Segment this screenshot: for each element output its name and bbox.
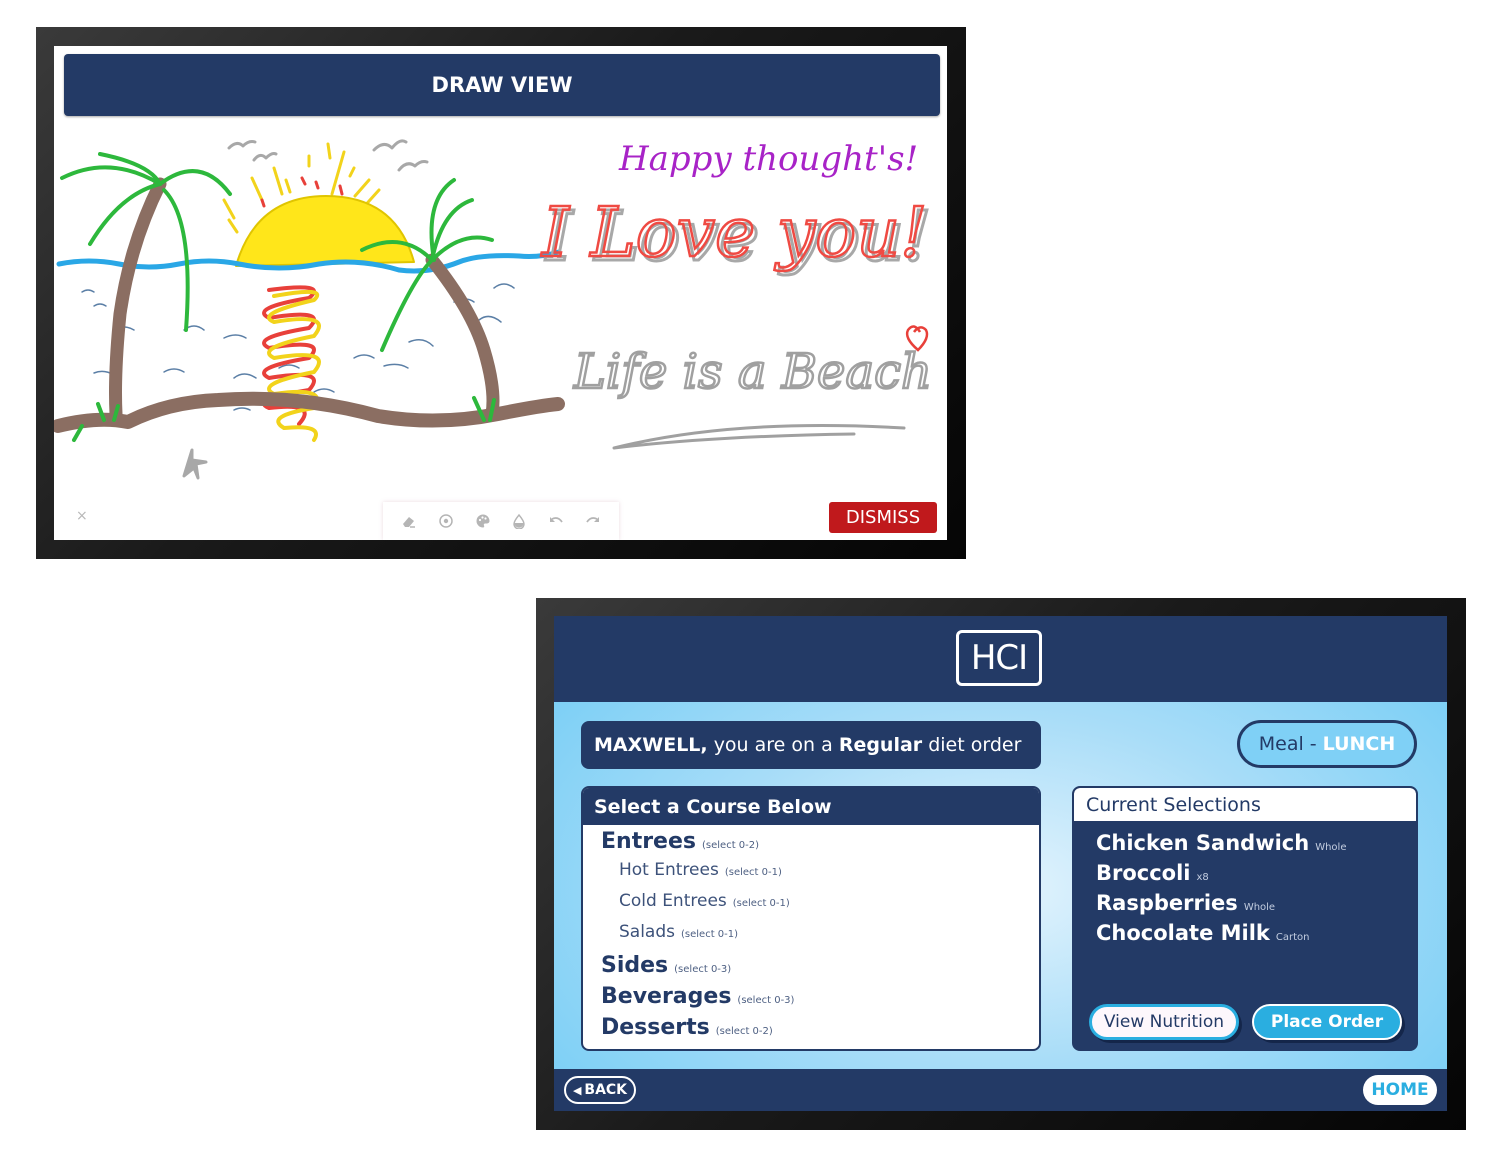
handwritten-i-love-you: I Love you! [540,194,927,273]
course-item-hot-entrees[interactable]: Hot Entrees (select 0-1) [583,860,1039,891]
place-order-button[interactable]: Place Order [1252,1004,1402,1040]
diet-order-banner: MAXWELL, you are on a Regular diet order [581,721,1041,769]
selection-item[interactable]: Chocolate Milk Carton [1096,921,1416,951]
course-item-salads[interactable]: Salads (select 0-1) [583,922,1039,953]
greeting-middle: you are on a [713,734,833,756]
brush-size-icon [439,514,453,528]
app-footer: ◀ BACK HOME [554,1069,1447,1111]
drawing-canvas[interactable]: Happy thought's! I Love you! I Love you!… [54,120,947,500]
beach-scene-drawing [54,139,565,480]
redo-button[interactable] [582,510,604,532]
draw-view-title: DRAW VIEW [431,73,573,97]
course-item-beverages[interactable]: Beverages (select 0-3) [583,984,1039,1015]
eraser-tool-button[interactable] [398,510,420,532]
palette-icon [476,514,490,528]
dismiss-button[interactable]: DISMISS [829,502,937,533]
course-panel-title: Select a Course Below [583,788,1039,825]
meal-ordering-screen: HCI MAXWELL, you are on a Regular diet o… [554,616,1447,1111]
draw-view-screen: DRAW VIEW Happy thought's! I Love you! I… [54,46,947,540]
handwritten-happy-thoughts: Happy thought's! [618,139,918,179]
hci-logo: HCI [956,630,1042,686]
course-item-desserts[interactable]: Desserts (select 0-2) [583,1015,1039,1046]
handwritten-life-is-a-beach: Life is a Beach [573,344,932,400]
starfish-sketch [182,448,208,480]
course-list: Entrees (select 0-2) Hot Entrees (select 0… [583,825,1039,1046]
selections-panel-title: Current Selections [1074,788,1416,821]
eraser-icon [403,517,416,528]
diet-type: Regular [838,734,923,756]
course-item-entrees[interactable]: Entrees (select 0-2) [583,829,1039,860]
meal-selector[interactable]: Meal - LUNCH [1237,720,1417,768]
course-item-cold-entrees[interactable]: Cold Entrees (select 0-1) [583,891,1039,922]
meal-prefix: Meal - [1258,733,1317,755]
selection-item[interactable]: Broccoli x8 [1096,861,1416,891]
course-selection-panel: Select a Course Below Entrees (select 0-2… [581,786,1041,1051]
left-palm-trunk [109,177,167,421]
close-icon[interactable]: × [76,508,88,524]
home-button[interactable]: HOME [1363,1075,1437,1105]
selection-item[interactable]: Chicken Sandwich Whole [1096,831,1416,861]
underline-stroke [612,424,906,450]
selection-item[interactable]: Raspberries Whole [1096,891,1416,921]
patient-name: MAXWELL, [594,734,708,756]
course-item-sides[interactable]: Sides (select 0-3) [583,953,1039,984]
undo-icon [549,517,563,523]
beach-ground [54,391,565,433]
drawing-toolbar [383,502,619,540]
back-button[interactable]: ◀ BACK [564,1076,636,1104]
view-nutrition-button[interactable]: View Nutrition [1089,1004,1239,1040]
back-arrow-icon: ◀ [572,1083,582,1097]
undo-button[interactable] [545,510,567,532]
meal-value: LUNCH [1322,733,1396,755]
opacity-icon [513,513,525,529]
palette-tool-button[interactable] [472,510,494,532]
app-header: HCI [554,616,1447,702]
draw-view-header: DRAW VIEW [64,54,940,116]
redo-icon [585,517,599,523]
current-selections-panel: Current Selections Chicken Sandwich Whole… [1072,786,1418,1051]
opacity-tool-button[interactable] [508,510,530,532]
greeting-end: diet order [928,734,1022,756]
brush-size-tool-button[interactable] [435,510,457,532]
back-label: BACK [584,1082,628,1098]
right-palm-trunk [425,253,500,421]
selections-list: Chicken Sandwich Whole Broccoli x8 Raspber… [1074,821,1416,951]
